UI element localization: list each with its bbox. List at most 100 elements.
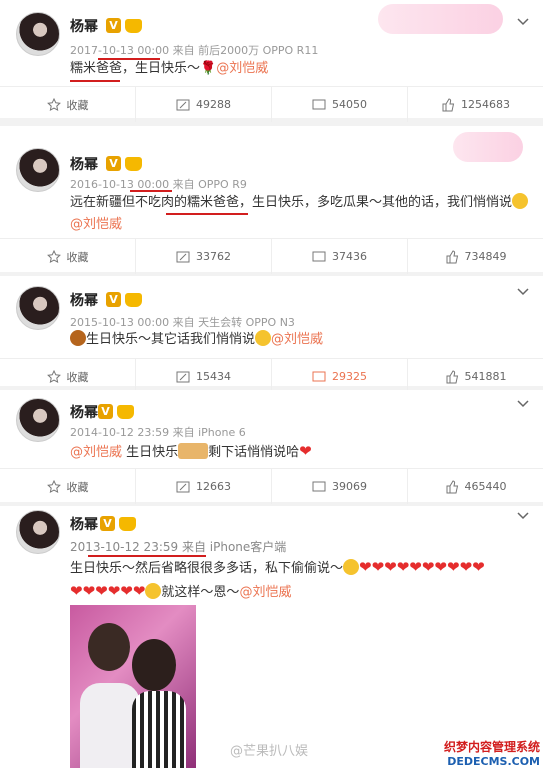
thumb-up-icon [446, 369, 458, 383]
highlight-underline [98, 58, 160, 60]
post-text-body-2: 剩下话悄悄说哈 [208, 445, 300, 460]
favorite-button[interactable]: 收藏 [0, 239, 136, 274]
like-count: 1254683 [461, 98, 510, 111]
header-banner [453, 132, 523, 162]
repost-button[interactable]: 49288 [136, 87, 272, 122]
mention-link[interactable]: @刘恺威 [216, 61, 268, 76]
corner-watermark-line1: 织梦内容管理系统 [443, 740, 540, 754]
comment-icon [312, 99, 326, 109]
mention-link[interactable]: @刘恺威 [70, 445, 122, 460]
emoji-icon [343, 559, 360, 575]
heart-row: ❤❤❤❤❤❤ [70, 582, 146, 600]
action-bar: 收藏 49288 54050 1254683 [0, 86, 543, 122]
repost-icon [176, 251, 190, 262]
thumb-up-icon [446, 249, 458, 263]
user-name[interactable]: 杨幂 [70, 402, 98, 422]
person-head [88, 623, 130, 671]
user-name[interactable]: 杨幂 [70, 290, 98, 310]
avatar[interactable] [16, 148, 60, 192]
post-meta: 2014-10-12 23:59 来自 iPhone 6 [70, 426, 246, 439]
chevron-down-icon[interactable] [517, 400, 529, 408]
person-head [132, 639, 176, 691]
crown-icon [125, 19, 142, 33]
post-3: 杨幂 V 2015-10-13 00:00 来自 天生会转 OPPO N3 生日… [0, 276, 543, 394]
person-body [132, 691, 186, 768]
verified-badge: V [98, 404, 113, 419]
emoji-icon [512, 193, 529, 209]
avatar[interactable] [16, 510, 60, 554]
avatar[interactable] [16, 12, 60, 56]
post-2: 杨幂 V 2016-10-13 00:00 来自 OPPO R9 远在新疆但不吃… [0, 126, 543, 274]
verified-badge: V [106, 156, 121, 171]
star-icon [46, 479, 61, 493]
cake-emoji-icon [70, 330, 86, 346]
corner-watermark: 织梦内容管理系统 DEDECMS.COM [433, 738, 543, 768]
favorite-button[interactable]: 收藏 [0, 469, 136, 504]
corner-watermark-line2: DEDECMS.COM [447, 755, 540, 768]
like-button[interactable]: 734849 [408, 239, 543, 274]
repost-button[interactable]: 12663 [136, 469, 272, 504]
watermark-text: @芒果扒八娱 [230, 744, 309, 759]
like-button[interactable]: 465440 [408, 469, 543, 504]
post-text: 远在新疆但不吃肉的糯米爸爸，生日快乐，多吃瓜果～其他的话，我们悄悄说 @刘恺威 [70, 192, 529, 236]
post-meta: 2015-10-13 00:00 来自 天生会转 OPPO N3 [70, 316, 295, 329]
post-text: 糯米爸爸，生日快乐～🌹@刘恺威 [70, 58, 529, 80]
like-count: 541881 [464, 370, 507, 383]
chevron-down-icon[interactable] [517, 18, 529, 26]
avatar[interactable] [16, 398, 60, 442]
repost-count: 33762 [196, 250, 231, 263]
chevron-down-icon[interactable] [517, 512, 529, 520]
mention-link[interactable]: @刘恺威 [239, 585, 291, 600]
comment-button[interactable]: 29325 [272, 359, 408, 394]
comment-icon [312, 481, 326, 491]
repost-icon [176, 481, 190, 492]
post-photo[interactable] [70, 605, 196, 768]
repost-icon [176, 371, 190, 382]
repost-icon [176, 99, 190, 110]
favorite-label: 收藏 [66, 370, 89, 384]
user-name[interactable]: 杨幂 [70, 154, 98, 174]
mention-link[interactable]: @刘恺威 [271, 332, 323, 347]
comment-button[interactable]: 39069 [272, 469, 408, 504]
mention-link[interactable]: @刘恺威 [70, 217, 122, 232]
comment-count: 29325 [332, 370, 367, 383]
post-meta: 2017-10-13 00:00 来自 前后2000万 OPPO R11 [70, 44, 319, 57]
action-bar: 收藏 15434 29325 541881 [0, 358, 543, 394]
verified-badge: V [100, 516, 115, 531]
post-text: 生日快乐～然后省略很很多多话，私下偷偷说～ ❤❤❤❤❤❤❤❤❤❤ ❤❤❤❤❤❤ 就这… [70, 556, 529, 604]
post-text-body: 远在新疆但不吃肉的糯米爸爸，生日快乐，多吃瓜果～其他的话，我们悄悄说 [70, 195, 513, 210]
user-name[interactable]: 杨幂 [70, 514, 98, 534]
comment-icon [312, 251, 326, 261]
favorite-label: 收藏 [66, 98, 89, 112]
avatar[interactable] [16, 286, 60, 330]
comment-count: 54050 [332, 98, 367, 111]
highlight-underline [70, 80, 120, 82]
post-text: 生日快乐～其它话我们悄悄说 @刘恺威 [70, 329, 529, 351]
emoji-icon [178, 443, 209, 459]
action-bar: 收藏 12663 39069 465440 [0, 468, 543, 504]
repost-count: 15434 [196, 370, 231, 383]
post-text-body: 糯米爸爸，生日快乐～🌹 [70, 61, 217, 76]
favorite-button[interactable]: 收藏 [0, 359, 136, 394]
repost-button[interactable]: 33762 [136, 239, 272, 274]
favorite-button[interactable]: 收藏 [0, 87, 136, 122]
comment-count: 37436 [332, 250, 367, 263]
star-icon [46, 97, 61, 111]
verified-badge: V [106, 292, 121, 307]
heart-row: ❤❤❤❤❤❤❤❤❤❤ [359, 558, 485, 576]
post-1: 杨幂 V 2017-10-13 00:00 来自 前后2000万 OPPO R1… [0, 0, 543, 122]
star-icon [46, 249, 61, 263]
favorite-label: 收藏 [66, 480, 89, 494]
comment-button[interactable]: 54050 [272, 87, 408, 122]
chevron-down-icon[interactable] [517, 288, 529, 296]
like-button[interactable]: 541881 [408, 359, 543, 394]
user-name[interactable]: 杨幂 [70, 16, 98, 36]
comment-count: 39069 [332, 480, 367, 493]
repost-button[interactable]: 15434 [136, 359, 272, 394]
action-bar: 收藏 33762 37436 734849 [0, 238, 543, 274]
comment-button[interactable]: 37436 [272, 239, 408, 274]
like-button[interactable]: 1254683 [408, 87, 543, 122]
star-icon [46, 369, 61, 383]
crown-icon [125, 157, 142, 171]
post-text: @刘恺威 生日快乐 剩下话悄悄说哈❤ [70, 440, 529, 464]
